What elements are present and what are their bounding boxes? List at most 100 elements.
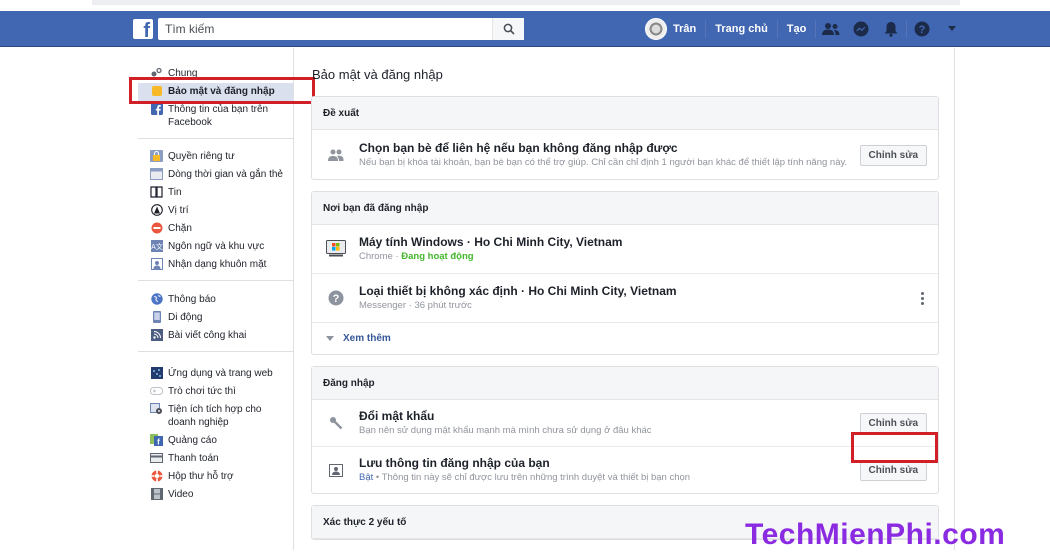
see-more-link[interactable]: Xem thêm bbox=[312, 323, 938, 354]
row-title: Chọn bạn bè để liên hệ nếu bạn không đăn… bbox=[359, 141, 678, 155]
sidebar-item-label: Trò chơi tức thì bbox=[168, 386, 236, 397]
sidebar-item-privacy[interactable]: Quyền riêng tư bbox=[138, 148, 293, 166]
row-title: Lưu thông tin đăng nhập của bạn bbox=[359, 456, 550, 470]
sidebar-item-label: Thông tin của bạn trên Facebook bbox=[168, 104, 269, 128]
session-active-status: Đang hoạt động bbox=[401, 251, 474, 262]
sidebar-item-label: Thanh toán bbox=[168, 453, 219, 464]
sidebar-item-label: Dòng thời gian và gắn thẻ bbox=[168, 169, 283, 180]
sidebar-item-label: Video bbox=[168, 489, 194, 500]
sidebar-item-your-facebook-info[interactable]: Thông tin của bạn trên Facebook bbox=[138, 101, 293, 132]
desktop-computer-icon bbox=[326, 240, 346, 258]
session-title: Loại thiết bị không xác định · Ho Chi Mi… bbox=[359, 284, 677, 298]
row-text: Máy tính Windows · Ho Chi Minh City, Vie… bbox=[359, 235, 927, 263]
sidebar-item-business-integrations[interactable]: Tiện ích tích hợp cho doanh nghiệp bbox=[138, 401, 293, 432]
account-menu-button[interactable] bbox=[937, 11, 967, 47]
svg-text:A文: A文 bbox=[151, 242, 163, 251]
main-content: Bảo mật và đăng nhập Đề xuất Chọn bạn bè… bbox=[311, 48, 939, 551]
svg-text:?: ? bbox=[919, 24, 926, 36]
profile-link[interactable]: Trân bbox=[673, 11, 705, 47]
change-password-edit-button[interactable]: Chỉnh sửa bbox=[859, 412, 927, 434]
sidebar-item-face-recognition[interactable]: Nhận dạng khuôn mặt bbox=[138, 256, 293, 274]
change-password-row: Đổi mật khẩu Bạn nên sử dụng mật khẩu mạ… bbox=[312, 400, 938, 447]
svg-text:?: ? bbox=[333, 293, 340, 305]
facebook-logo[interactable]: f bbox=[133, 19, 153, 39]
caret-down-icon bbox=[326, 336, 334, 341]
save-login-description: Thông tin này sẽ chỉ được lưu trên những… bbox=[381, 472, 691, 483]
sidebar-item-payments[interactable]: Thanh toán bbox=[138, 450, 293, 468]
session-row[interactable]: Máy tính Windows · Ho Chi Minh City, Vie… bbox=[312, 225, 938, 274]
notifications-button[interactable] bbox=[876, 11, 906, 47]
home-link[interactable]: Trang chủ bbox=[706, 11, 777, 47]
ads-icon: f bbox=[150, 434, 163, 446]
session-details: Messenger · 36 phút trước bbox=[359, 300, 472, 311]
sidebar-item-label: Quảng cáo bbox=[168, 435, 217, 446]
card-header: Đề xuất bbox=[312, 97, 938, 130]
globe-icon bbox=[150, 293, 163, 305]
row-text: Chọn bạn bè để liên hệ nếu bạn không đăn… bbox=[359, 141, 860, 169]
sidebar-item-stories[interactable]: Tin bbox=[138, 184, 293, 202]
privacy-lock-icon bbox=[150, 150, 163, 162]
sidebar-item-label: Tiện ích tích hợp cho doanh nghiệp bbox=[168, 404, 262, 428]
sidebar-item-timeline-tagging[interactable]: Dòng thời gian và gắn thẻ bbox=[138, 166, 293, 184]
sidebar-item-support-inbox[interactable]: Hộp thư hỗ trợ bbox=[138, 468, 293, 486]
card-header: Đăng nhập bbox=[312, 367, 938, 400]
sidebar-item-location[interactable]: Vị trí bbox=[138, 202, 293, 220]
row-text: Loại thiết bị không xác định · Ho Chi Mi… bbox=[359, 284, 917, 312]
sidebar-highlight-annotation bbox=[129, 77, 315, 104]
gamepad-icon bbox=[150, 385, 163, 397]
block-icon bbox=[150, 222, 163, 234]
save-login-info-row: Lưu thông tin đăng nhập của bạn Bật • Th… bbox=[312, 447, 938, 493]
row-text: Đổi mật khẩu Bạn nên sử dụng mật khẩu mạ… bbox=[359, 409, 860, 437]
sidebar-item-mobile[interactable]: Di động bbox=[138, 309, 293, 327]
settings-sidebar: Chung Bảo mật và đăng nhập Thông tin của… bbox=[138, 48, 294, 550]
login-card: Đăng nhập Đổi mật khẩu Bạn nên sử dụng m… bbox=[311, 366, 939, 494]
sidebar-item-label: Ngôn ngữ và khu vực bbox=[168, 241, 265, 252]
watermark-text: TechMienPhi.com bbox=[745, 518, 1006, 551]
sidebar-group-apps: Ứng dụng và trang web Trò chơi tức thì T… bbox=[138, 352, 293, 510]
top-navigation-bar: f Trân Trang chủ Tạo ? bbox=[0, 11, 1050, 47]
messenger-icon bbox=[853, 21, 869, 37]
create-link[interactable]: Tạo bbox=[778, 11, 816, 47]
sidebar-item-apps-websites[interactable]: Ứng dụng và trang web bbox=[138, 365, 293, 383]
recommended-card: Đề xuất Chọn bạn bè để liên hệ nếu bạn k… bbox=[311, 96, 939, 180]
sidebar-item-instant-games[interactable]: Trò chơi tức thì bbox=[138, 383, 293, 401]
sidebar-item-language-region[interactable]: A文 Ngôn ngữ và khu vực bbox=[138, 238, 293, 256]
row-subtitle: Bật • Thông tin này sẽ chỉ được lưu trên… bbox=[359, 472, 691, 483]
mobile-icon bbox=[150, 311, 163, 323]
session-row[interactable]: ? Loại thiết bị không xác định · Ho Chi … bbox=[312, 274, 938, 323]
top-strip-bar bbox=[92, 0, 960, 5]
sidebar-item-label: Bài viết công khai bbox=[168, 330, 247, 341]
search-icon bbox=[503, 23, 515, 35]
save-login-state: Bật bbox=[359, 472, 374, 483]
sidebar-item-video[interactable]: Video bbox=[138, 486, 293, 504]
friend-requests-button[interactable] bbox=[816, 11, 846, 47]
more-options-icon[interactable] bbox=[917, 291, 927, 305]
sidebar-item-blocking[interactable]: Chặn bbox=[138, 220, 293, 238]
row-subtitle: Bạn nên sử dụng mật khẩu mạnh mà mình ch… bbox=[359, 425, 652, 436]
sidebar-item-label: Di động bbox=[168, 312, 203, 323]
sidebar-item-ads[interactable]: f Quảng cáo bbox=[138, 432, 293, 450]
trusted-contacts-row: Chọn bạn bè để liên hệ nếu bạn không đăn… bbox=[312, 130, 938, 179]
session-app: Chrome bbox=[359, 251, 393, 262]
sidebar-group-notifications: Thông báo Di động Bài viết công khai bbox=[138, 281, 293, 352]
dropdown-icon bbox=[948, 26, 957, 31]
search-box bbox=[158, 18, 524, 40]
sidebar-item-notifications[interactable]: Thông báo bbox=[138, 291, 293, 309]
avatar[interactable] bbox=[645, 18, 667, 40]
sidebar-item-public-posts[interactable]: Bài viết công khai bbox=[138, 327, 293, 345]
film-icon bbox=[150, 488, 163, 500]
sidebar-group-privacy: Quyền riêng tư Dòng thời gian và gắn thẻ… bbox=[138, 139, 293, 281]
sidebar-item-label: Chặn bbox=[168, 223, 192, 234]
card-header: Nơi bạn đã đăng nhập bbox=[312, 192, 938, 225]
search-input[interactable] bbox=[158, 18, 492, 40]
search-button[interactable] bbox=[492, 18, 524, 40]
where-logged-in-card: Nơi bạn đã đăng nhập Máy tính Windows · … bbox=[311, 191, 939, 355]
session-title: Máy tính Windows · Ho Chi Minh City, Vie… bbox=[359, 235, 623, 249]
apps-icon bbox=[150, 367, 163, 379]
row-subtitle: Nếu bạn bị khóa tài khoản, bạn bè bạn có… bbox=[359, 157, 848, 168]
help-button[interactable]: ? bbox=[907, 11, 937, 47]
see-more-label: Xem thêm bbox=[343, 333, 391, 344]
messenger-button[interactable] bbox=[846, 11, 876, 47]
edit-trusted-contacts-button[interactable]: Chỉnh sửa bbox=[859, 144, 927, 166]
page-title: Bảo mật và đăng nhập bbox=[312, 67, 443, 82]
